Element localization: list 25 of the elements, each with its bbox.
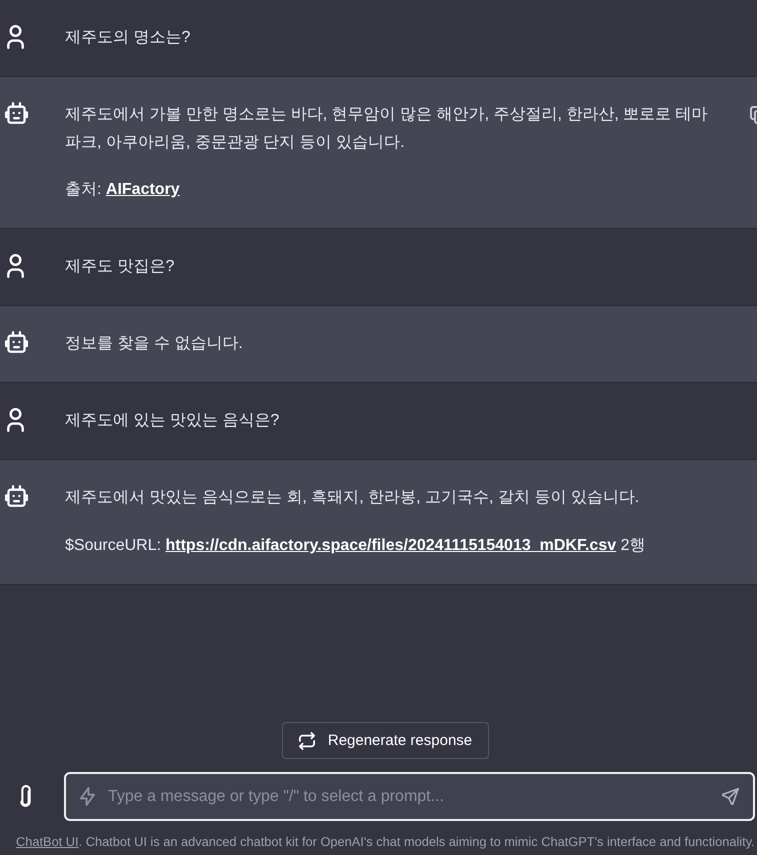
paperclip-icon[interactable] [18,785,32,808]
message-text: 제주도에 있는 맛있는 음식은? [65,411,280,431]
message-text: 제주도에서 가볼 만한 명소로는 바다, 현무암이 많은 해안가, 주상절리, 한라산, 뽀로로 테마 파크, 아쿠아리움, 중문관광 단지 등이 있습니다. [65,105,709,153]
robot-icon [5,485,28,507]
chatbot-ui-link[interactable]: ChatBot UI [16,834,79,849]
source-link[interactable]: AIFactory [106,181,180,198]
robot-icon [5,331,28,353]
robot-icon [5,102,28,124]
copy-icon[interactable] [750,106,757,124]
send-icon[interactable] [722,788,739,805]
message-text: 출처: AIFactory [65,180,181,200]
repeat-icon [298,732,315,750]
message-text: 제주도의 명소는? [65,28,192,48]
message-text: $SourceURL: https://cdn.aifactory.space/files/20241115154013_mDKF.csv 2행 [65,536,646,556]
regenerate-button[interactable]: Regenerate response [282,722,490,759]
source-link[interactable]: https://cdn.aifactory.space/files/20241115154013_mDKF.csv [166,537,616,554]
message-text: 정보를 찾을 수 없습니다. [65,334,244,354]
footer-text: ChatBot UI. Chatbot UI is an advanced chatbot kit for OpenAI's chat models aiming to mimic ChatGPT's interface and functionality. [15,833,756,851]
message-text: 제주도에서 맛있는 음식으로는 회, 흑돼지, 한라봉, 고기국수, 갈치 등이 있습니다. [65,488,640,508]
user-icon [7,254,24,278]
lightning-icon[interactable] [80,787,95,806]
message-input[interactable]: Type a message or type "/" to select a prompt... [64,772,755,821]
user-icon [7,408,24,432]
message-text: 제주도 맛집은? [65,257,176,277]
user-icon [7,25,24,49]
